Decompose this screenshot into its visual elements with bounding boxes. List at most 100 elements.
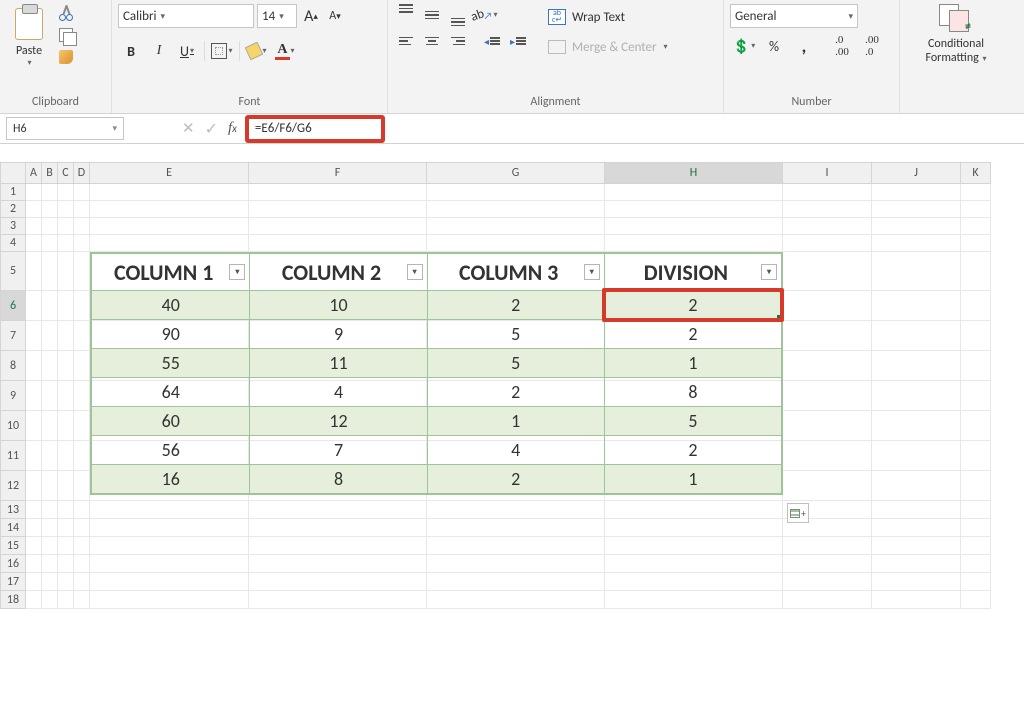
table-cell[interactable]: 2 — [427, 465, 604, 494]
table-cell[interactable]: 5 — [604, 407, 781, 436]
table-cell[interactable]: 56 — [92, 436, 250, 465]
table-cell[interactable]: 5 — [427, 320, 604, 349]
table-cell[interactable]: 64 — [92, 378, 250, 407]
row-header-1[interactable]: 1 — [0, 184, 26, 201]
decrease-indent-button[interactable]: ◂ — [480, 30, 504, 52]
column-header-B[interactable]: B — [42, 162, 58, 184]
fx-button[interactable]: fx — [228, 120, 237, 137]
table-cell[interactable]: 8 — [604, 378, 781, 407]
table-cell[interactable]: 2 — [427, 378, 604, 407]
table-cell[interactable]: 8 — [250, 465, 427, 494]
table-cell[interactable]: 2 — [604, 291, 781, 320]
table-cell[interactable]: 1 — [604, 465, 781, 494]
align-left-button[interactable] — [394, 30, 418, 52]
table-cell[interactable]: 2 — [604, 436, 781, 465]
increase-decimal-button[interactable]: .0.00 — [828, 34, 856, 58]
table-cell[interactable]: 16 — [92, 465, 250, 494]
row-header-7[interactable]: 7 — [0, 321, 26, 351]
cancel-formula-button[interactable]: ✕ — [182, 119, 195, 138]
align-middle-button[interactable] — [420, 4, 444, 26]
wrap-text-button[interactable]: abc↵ Wrap Text — [544, 4, 672, 30]
cut-button[interactable] — [56, 4, 76, 22]
bold-button[interactable]: B — [118, 38, 144, 64]
column-header-A[interactable]: A — [26, 162, 42, 184]
row-header-8[interactable]: 8 — [0, 351, 26, 381]
orientation-button[interactable]: ab↗▾ — [472, 4, 496, 26]
row-header-18[interactable]: 18 — [0, 591, 26, 609]
filter-button[interactable]: ▾ — [407, 264, 423, 280]
chevron-down-icon[interactable]: ▾ — [112, 123, 117, 134]
column-header-G[interactable]: G — [427, 162, 605, 184]
column-header-J[interactable]: J — [872, 162, 961, 184]
row-header-5[interactable]: 5 — [0, 252, 26, 291]
increase-indent-button[interactable]: ▸ — [506, 30, 530, 52]
decrease-decimal-button[interactable]: .00.0 — [858, 34, 886, 58]
row-header-3[interactable]: 3 — [0, 218, 26, 235]
table-cell[interactable]: 60 — [92, 407, 250, 436]
select-all-corner[interactable] — [0, 162, 26, 184]
font-color-button[interactable]: A▾ — [272, 38, 298, 64]
column-header-E[interactable]: E — [90, 162, 249, 184]
table-cell[interactable]: 1 — [427, 407, 604, 436]
table-cell[interactable]: 40 — [92, 291, 250, 320]
table-cell[interactable]: 4 — [427, 436, 604, 465]
comma-style-button[interactable]: , — [790, 34, 818, 58]
row-header-12[interactable]: 12 — [0, 471, 26, 501]
align-top-button[interactable] — [394, 4, 418, 26]
chevron-down-icon[interactable]: ▾ — [279, 11, 284, 22]
merge-center-button[interactable]: Merge & Center ▾ — [544, 34, 672, 60]
underline-button[interactable]: U▾ — [174, 38, 200, 64]
enter-formula-button[interactable]: ✓ — [205, 119, 218, 139]
table-cell[interactable]: 7 — [250, 436, 427, 465]
shrink-font-button[interactable]: A▾ — [324, 4, 346, 28]
chevron-down-icon[interactable]: ▾ — [160, 11, 165, 22]
row-header-15[interactable]: 15 — [0, 537, 26, 555]
filter-button[interactable]: ▾ — [584, 264, 600, 280]
row-header-10[interactable]: 10 — [0, 411, 26, 441]
table-cell[interactable]: 1 — [604, 349, 781, 378]
column-header-F[interactable]: F — [249, 162, 427, 184]
italic-button[interactable]: I — [146, 38, 172, 64]
conditional-formatting-button[interactable]: ConditionalFormatting ▾ — [913, 4, 999, 66]
percent-button[interactable]: % — [760, 34, 788, 58]
table-cell[interactable]: 12 — [250, 407, 427, 436]
number-format-combo[interactable]: General ▾ — [730, 4, 858, 28]
row-header-11[interactable]: 11 — [0, 441, 26, 471]
cells-area[interactable]: COLUMN 1▾COLUMN 2▾COLUMN 3▾DIVISION▾4010… — [26, 184, 991, 728]
row-header-14[interactable]: 14 — [0, 519, 26, 537]
format-painter-button[interactable] — [56, 48, 76, 66]
align-center-button[interactable] — [420, 30, 444, 52]
font-size-combo[interactable]: 14 ▾ — [257, 4, 297, 28]
fill-color-button[interactable]: ▾ — [244, 38, 270, 64]
column-header-K[interactable]: K — [961, 162, 991, 184]
table-cell[interactable]: 5 — [427, 349, 604, 378]
row-header-4[interactable]: 4 — [0, 235, 26, 252]
accounting-format-button[interactable]: 💲▾ — [730, 34, 758, 58]
paste-button[interactable]: Paste ▾ — [6, 4, 52, 72]
table-cell[interactable]: 2 — [427, 291, 604, 320]
column-header-D[interactable]: D — [74, 162, 90, 184]
paste-options-button[interactable]: + — [787, 503, 809, 523]
filter-button[interactable]: ▾ — [761, 264, 777, 280]
row-header-13[interactable]: 13 — [0, 501, 26, 519]
table-cell[interactable]: 2 — [604, 320, 781, 349]
column-header-H[interactable]: H — [605, 162, 783, 184]
formula-input[interactable]: =E6/F6/G6 — [245, 115, 385, 143]
column-header-C[interactable]: C — [58, 162, 74, 184]
row-header-6[interactable]: 6 — [0, 291, 26, 321]
table-cell[interactable]: 10 — [250, 291, 427, 320]
row-header-17[interactable]: 17 — [0, 573, 26, 591]
align-right-button[interactable] — [446, 30, 470, 52]
filter-button[interactable]: ▾ — [229, 264, 245, 280]
table-cell[interactable]: 4 — [250, 378, 427, 407]
row-header-2[interactable]: 2 — [0, 201, 26, 218]
table-cell[interactable]: 11 — [250, 349, 427, 378]
name-box[interactable]: H6 ▾ — [6, 117, 124, 140]
table-cell[interactable]: 55 — [92, 349, 250, 378]
table-cell[interactable]: 9 — [250, 320, 427, 349]
table-cell[interactable]: 90 — [92, 320, 250, 349]
font-name-combo[interactable]: Calibri ▾ — [118, 4, 254, 28]
align-bottom-button[interactable] — [446, 4, 470, 26]
chevron-down-icon[interactable]: ▾ — [27, 58, 31, 68]
copy-button[interactable] — [56, 26, 76, 44]
